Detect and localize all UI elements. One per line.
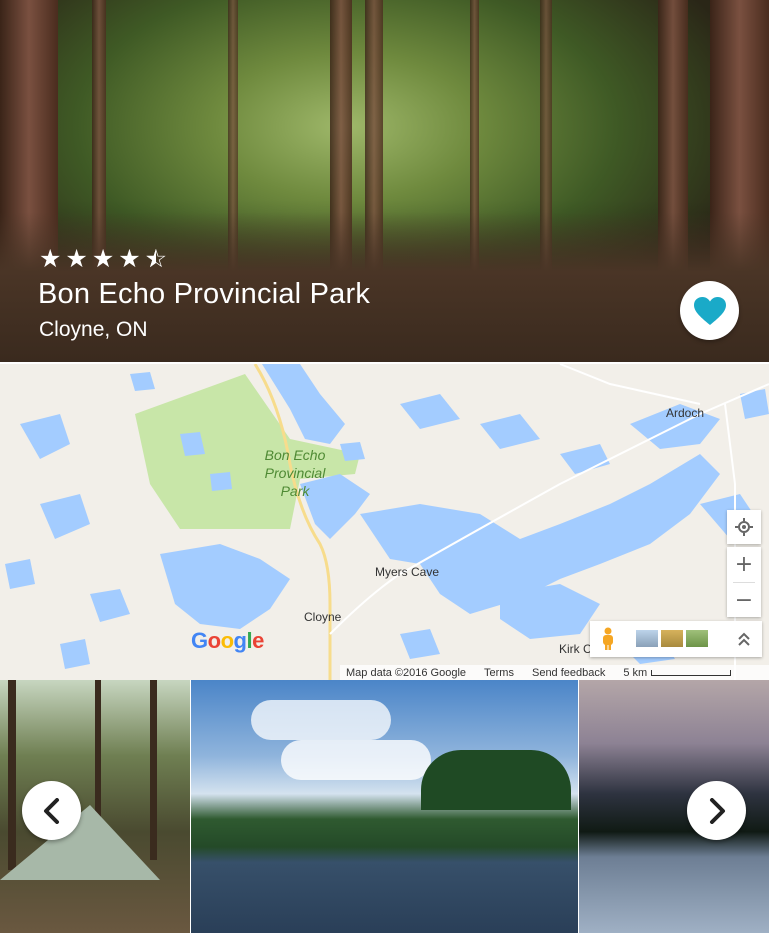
zoom-out-button[interactable]: − (727, 583, 761, 618)
send-feedback-link[interactable]: Send feedback (532, 667, 605, 679)
favorite-button[interactable] (680, 281, 739, 340)
star-icon: ★ (91, 244, 115, 273)
chevron-left-icon (43, 797, 59, 824)
terms-link[interactable]: Terms (484, 667, 514, 679)
map-scale: 5 km (623, 667, 732, 679)
layer-thumb-photo[interactable] (686, 630, 708, 647)
pegman-icon[interactable] (600, 627, 616, 651)
hero-image: ★ ★ ★ ★ ★ Bon Echo Provincial Park Cloyn… (0, 0, 769, 362)
my-location-button[interactable] (727, 510, 761, 544)
layer-thumb-terrain[interactable] (661, 630, 683, 647)
map-attribution: Map data ©2016 Google Terms Send feedbac… (340, 665, 769, 680)
star-icon: ★ (39, 244, 62, 273)
zoom-controls: + − (727, 547, 761, 617)
map-label-myers-cave: Myers Cave (375, 565, 440, 579)
gallery-prev-button[interactable] (22, 781, 81, 840)
chevron-up-double-icon[interactable] (737, 631, 751, 647)
map-layers-bar (590, 621, 762, 657)
heart-icon (693, 296, 726, 325)
map-label-ardoch: Ardoch (666, 406, 705, 420)
gallery-photo-lake[interactable] (191, 680, 578, 933)
park-title: Bon Echo Provincial Park (38, 278, 371, 310)
photo-gallery (0, 680, 769, 933)
zoom-in-button[interactable]: + (727, 547, 761, 582)
chevron-right-icon (709, 797, 725, 824)
my-location-icon (735, 518, 753, 536)
star-icon: ★ (65, 244, 88, 273)
google-logo: Google (191, 628, 264, 653)
layer-thumb-satellite[interactable] (636, 630, 658, 647)
star-rating: ★ ★ ★ ★ ★ (39, 244, 168, 273)
star-icon: ★ (118, 244, 141, 273)
map-label-kirk: Kirk C (559, 642, 592, 656)
map[interactable]: Bon Echo Provincial Park Ardoch Myers Ca… (0, 364, 769, 680)
park-location: Cloyne, ON (39, 318, 148, 341)
gallery-next-button[interactable] (687, 781, 746, 840)
map-label-cloyne: Cloyne (304, 610, 342, 624)
map-label-park: Bon Echo Provincial Park (264, 447, 326, 499)
half-star-icon: ★ (145, 246, 168, 271)
map-data-text: Map data ©2016 Google (346, 666, 467, 679)
